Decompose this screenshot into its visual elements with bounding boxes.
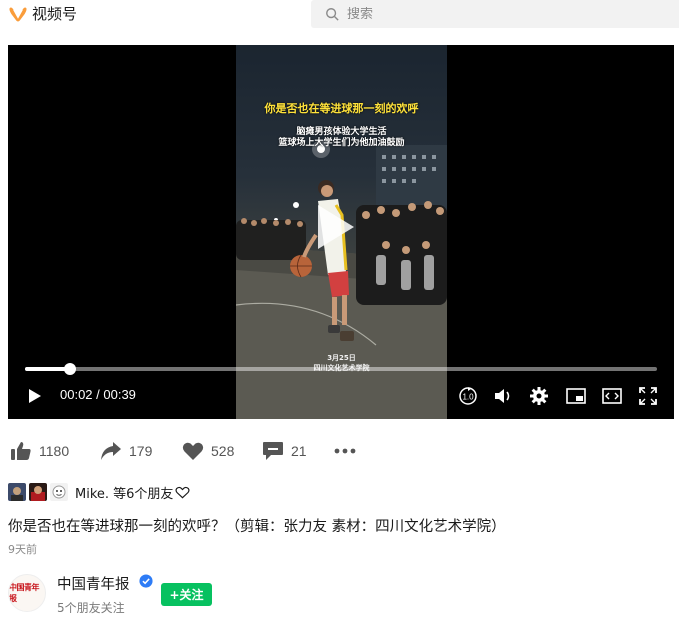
play-button[interactable] (24, 383, 46, 409)
volume-icon (495, 389, 510, 403)
video-overlay-date: 3月25日 (327, 354, 356, 362)
like-button[interactable]: 1180 (10, 441, 100, 461)
fullscreen-button[interactable] (637, 383, 659, 409)
top-bar: 视频号 (0, 0, 679, 28)
friend-avatar[interactable] (29, 483, 47, 501)
progress-bar[interactable] (25, 363, 657, 375)
time-display: 00:02 / 00:39 (60, 387, 136, 402)
share-arrow-icon (101, 442, 121, 460)
video-frame[interactable]: 你是否也在等进球那一刻的欢呼 脑瘫男孩体验大学生活 篮球场上大学生们为他加油鼓励… (236, 45, 447, 419)
play-icon (29, 389, 41, 403)
search-icon (326, 8, 339, 21)
settings-button[interactable] (528, 383, 550, 409)
account-name[interactable]: 中国青年报 (57, 573, 130, 594)
search-box[interactable] (311, 0, 679, 28)
friend-avatar[interactable] (8, 483, 26, 501)
search-input[interactable] (347, 6, 647, 22)
friend-avatar[interactable] (50, 483, 68, 501)
app-logo[interactable]: 视频号 (8, 3, 77, 24)
thumbs-up-icon (11, 442, 31, 460)
big-play-icon[interactable] (318, 205, 354, 249)
favorite-count: 528 (211, 443, 235, 459)
settings-icon (530, 387, 548, 405)
app-title: 视频号 (32, 6, 78, 23)
heart-icon (182, 442, 204, 460)
more-button[interactable] (334, 448, 364, 454)
comment-button[interactable]: 21 (262, 441, 334, 461)
video-player[interactable]: 你是否也在等进球那一刻的欢呼 脑瘫男孩体验大学生活 篮球场上大学生们为他加油鼓励… (8, 45, 674, 419)
fullscreen-window-icon (602, 388, 622, 404)
comment-icon (263, 442, 283, 460)
account-friends-following: 5个朋友关注 (57, 601, 125, 615)
favorite-button[interactable]: 528 (182, 441, 262, 461)
friends-liked-text: Mike. 等6个朋友 (75, 486, 174, 502)
post-time: 9天前 (8, 543, 37, 556)
heart-outline-icon (175, 486, 190, 499)
volume-button[interactable] (492, 383, 514, 409)
share-button[interactable]: 179 (100, 441, 182, 461)
action-bar: 1180 179 528 21 (10, 438, 364, 464)
more-dots-icon (334, 448, 356, 454)
progress-thumb[interactable] (63, 363, 76, 375)
video-overlay-line2: 篮球场上大学生们为他加油鼓励 (278, 138, 405, 148)
video-overlay-title: 你是否也在等进球那一刻的欢呼 (264, 102, 419, 115)
web-fullscreen-button[interactable] (601, 383, 623, 409)
fullscreen-icon (639, 387, 657, 405)
channels-logo-icon (9, 7, 27, 21)
friends-liked-row[interactable]: Mike. 等6个朋友 (8, 482, 190, 502)
speed-button[interactable]: 1.0 (457, 383, 479, 409)
verified-badge-icon (139, 574, 153, 588)
pip-icon (566, 388, 586, 404)
account-avatar-logo: 中国青年报 (9, 582, 40, 603)
share-count: 179 (129, 443, 153, 459)
speed-icon: 1.0 (459, 387, 477, 405)
follow-button[interactable]: +关注 (161, 583, 212, 606)
account-avatar[interactable]: 中国青年报 (8, 574, 46, 612)
pip-button[interactable] (565, 383, 587, 409)
speed-label: 1.0 (462, 393, 474, 402)
post-caption: 你是否也在等进球那一刻的欢呼？（剪辑：张力友 素材：四川文化艺术学院） (8, 519, 506, 535)
comment-count: 21 (291, 443, 307, 459)
like-count: 1180 (39, 443, 70, 459)
